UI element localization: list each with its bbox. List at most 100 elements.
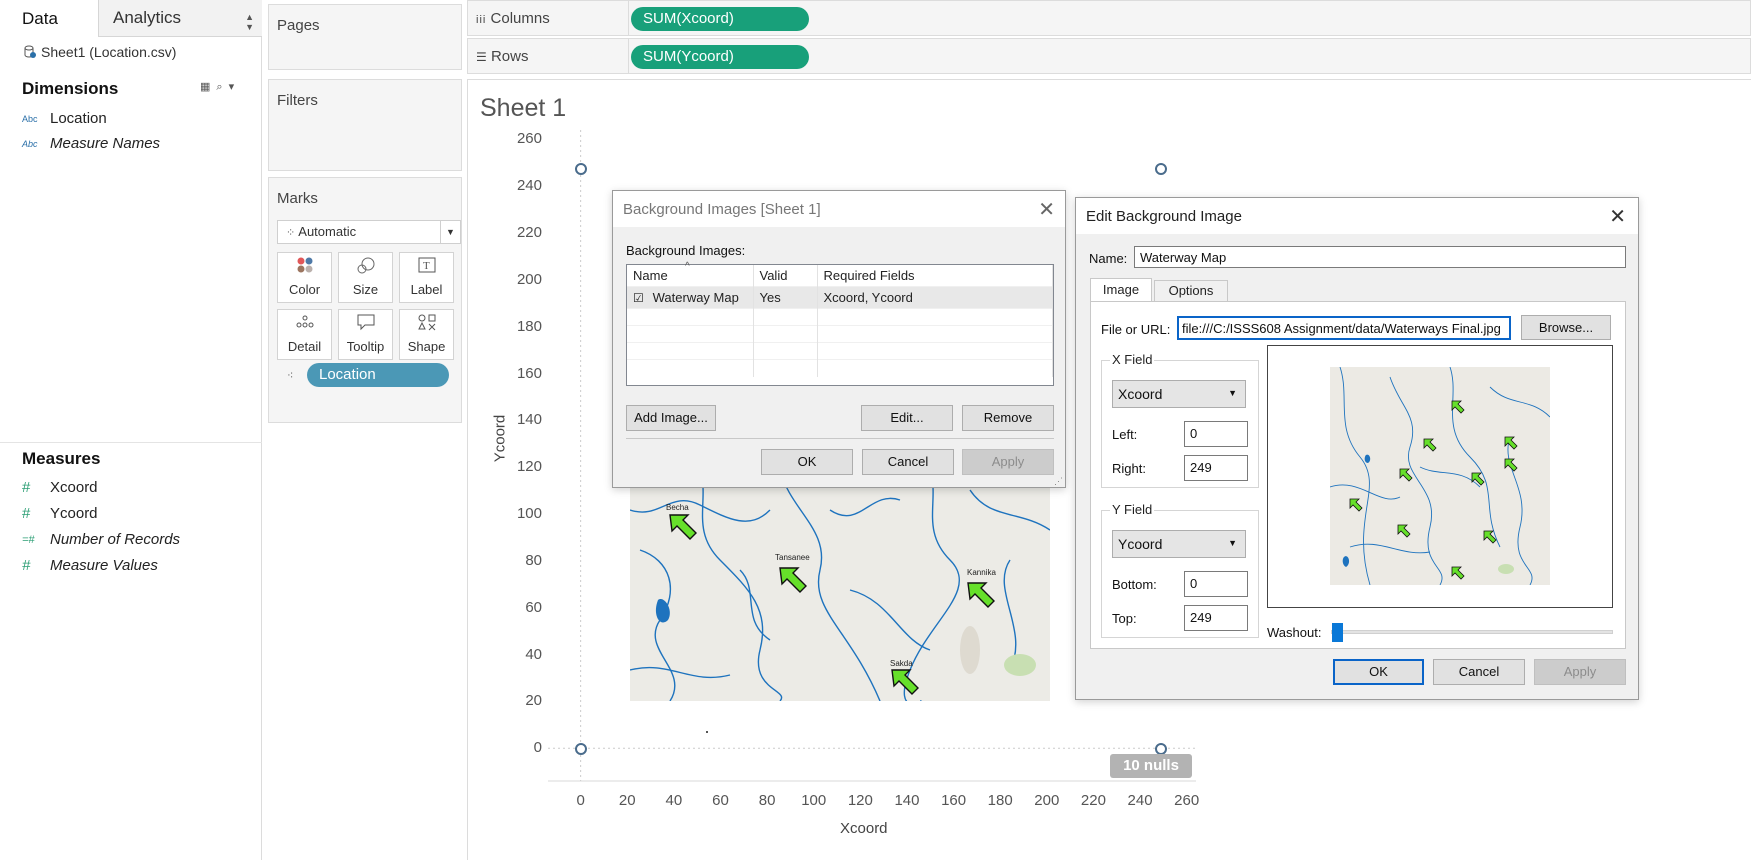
tab-options[interactable]: Options	[1154, 280, 1228, 301]
browse-button[interactable]: Browse...	[1521, 315, 1611, 340]
washout-slider-thumb[interactable]	[1332, 623, 1343, 642]
map-label-tansanee: Tansanee	[775, 553, 810, 562]
bottom-input[interactable]: 0	[1184, 571, 1248, 597]
x-field-select[interactable]: Xcoord ▼	[1112, 380, 1246, 408]
y-field-value: Ycoord	[1118, 536, 1163, 552]
y-tick-label: 20	[525, 692, 542, 710]
x-tick-label: 260	[1174, 792, 1200, 809]
add-image-button[interactable]: Add Image...	[626, 405, 716, 431]
preview-map-graphic	[1330, 367, 1550, 585]
y-tick-label: 100	[516, 505, 542, 523]
x-tick-label: 0	[576, 792, 585, 809]
background-images-label: Background Images:	[626, 243, 746, 258]
x-tick-label: 220	[1080, 792, 1106, 809]
x-field-value: Xcoord	[1118, 386, 1163, 402]
y-tick-label: 40	[525, 645, 542, 663]
resize-grip-icon[interactable]: ⋰	[1054, 476, 1063, 487]
x-field-group: X Field Xcoord ▼ Left: 0 Right: 249	[1101, 352, 1259, 488]
row-valid-cell: Yes	[753, 286, 818, 309]
ok-button[interactable]: OK	[1333, 659, 1424, 685]
image-preview	[1267, 345, 1613, 608]
close-icon[interactable]: ✕	[1038, 197, 1055, 222]
chevron-down-icon: ▼	[1228, 388, 1237, 398]
y-tick-label: 240	[516, 177, 542, 195]
file-url-input[interactable]: file:///C:/ISSS608 Assignment/data/Water…	[1177, 316, 1511, 340]
x-tick-label: 240	[1127, 792, 1153, 809]
map-label-sakda: Sakda	[890, 659, 913, 668]
image-corner-handle[interactable]	[575, 743, 587, 755]
washout-label: Washout:	[1267, 625, 1322, 640]
y-field-title: Y Field	[1110, 502, 1155, 517]
image-tab-panel: File or URL: file:///C:/ISSS608 Assignme…	[1090, 301, 1626, 649]
dialog-divider	[626, 438, 1054, 439]
x-field-title: X Field	[1110, 352, 1155, 367]
y-axis-title: Ycoord	[491, 414, 509, 463]
right-label: Right:	[1112, 461, 1146, 476]
column-header-valid[interactable]: Valid	[753, 265, 818, 287]
checkbox-checked-icon[interactable]: ☑	[633, 291, 649, 305]
map-label-becha: Becha	[666, 503, 689, 512]
y-tick-label: 60	[525, 598, 542, 616]
x-tick-label: 200	[1034, 792, 1060, 809]
background-images-dialog: Background Images [Sheet 1] ✕ Background…	[612, 190, 1066, 488]
row-name-cell: ☑ Waterway Map	[627, 286, 754, 309]
x-tick-label: 180	[987, 792, 1013, 809]
x-axis-title: Xcoord	[840, 820, 888, 837]
y-field-select[interactable]: Ycoord ▼	[1112, 530, 1246, 558]
table-row	[627, 325, 1053, 343]
x-tick-label: 140	[894, 792, 920, 809]
right-input[interactable]: 249	[1184, 455, 1248, 481]
name-input[interactable]: Waterway Map	[1134, 246, 1626, 268]
x-tick-label: 20	[618, 792, 636, 809]
nulls-badge[interactable]: 10 nulls	[1110, 754, 1192, 778]
x-tick-label: 80	[758, 792, 776, 809]
row-fields-cell: Xcoord, Ycoord	[817, 286, 1053, 309]
image-corner-handle[interactable]	[575, 163, 587, 175]
cancel-button[interactable]: Cancel	[1433, 659, 1525, 685]
top-input[interactable]: 249	[1184, 605, 1248, 631]
dialog-title: Edit Background Image	[1076, 198, 1638, 234]
y-tick-label: 220	[516, 224, 542, 242]
close-icon[interactable]: ✕	[1609, 204, 1626, 229]
x-tick-label: 40	[665, 792, 683, 809]
x-tick-label: 120	[847, 792, 873, 809]
image-corner-handle[interactable]	[1155, 163, 1167, 175]
sort-up-icon: ^	[685, 261, 690, 272]
column-header-required-fields[interactable]: Required Fields	[817, 265, 1053, 287]
y-tick-label: 0	[533, 739, 542, 757]
edit-background-image-dialog: Edit Background Image ✕ Name: Waterway M…	[1075, 197, 1639, 700]
remove-button[interactable]: Remove	[962, 405, 1054, 431]
waterway-map-graphic: Becha Tansanee Kannika Sakda	[630, 470, 1050, 701]
table-row[interactable]: ☑ Waterway Map Yes Xcoord, Ycoord	[627, 286, 1053, 309]
data-point	[706, 731, 708, 733]
cancel-button[interactable]: Cancel	[862, 449, 954, 475]
x-tick-label: 160	[941, 792, 967, 809]
chevron-down-icon: ▼	[1228, 538, 1237, 548]
left-input[interactable]: 0	[1184, 421, 1248, 447]
map-label-kannika: Kannika	[967, 568, 996, 577]
y-tick-label: 160	[516, 364, 542, 382]
table-row	[627, 342, 1053, 360]
background-images-list[interactable]: ^ Name Valid Required Fields ☑ Waterway …	[626, 261, 1054, 386]
dialog-title: Background Images [Sheet 1]	[613, 191, 1065, 227]
background-map-image: Becha Tansanee Kannika Sakda	[630, 470, 1050, 701]
ok-button[interactable]: OK	[761, 449, 853, 475]
apply-button: Apply	[962, 449, 1054, 475]
apply-button: Apply	[1534, 659, 1626, 685]
x-tick-label: 60	[712, 792, 729, 809]
bottom-label: Bottom:	[1112, 577, 1157, 592]
tab-image[interactable]: Image	[1090, 278, 1152, 302]
top-label: Top:	[1112, 611, 1137, 626]
y-tick-label: 180	[516, 317, 542, 335]
left-label: Left:	[1112, 427, 1138, 442]
table-row	[627, 359, 1053, 377]
y-tick-label: 260	[516, 130, 542, 148]
y-field-group: Y Field Ycoord ▼ Bottom: 0 Top: 249	[1101, 502, 1259, 638]
washout-slider[interactable]	[1331, 623, 1613, 642]
column-header-name[interactable]: Name	[627, 265, 754, 287]
y-tick-label: 80	[525, 551, 542, 569]
name-label: Name:	[1089, 251, 1128, 266]
edit-button[interactable]: Edit...	[861, 405, 953, 431]
y-tick-label: 200	[516, 270, 542, 288]
table-row	[627, 308, 1053, 326]
